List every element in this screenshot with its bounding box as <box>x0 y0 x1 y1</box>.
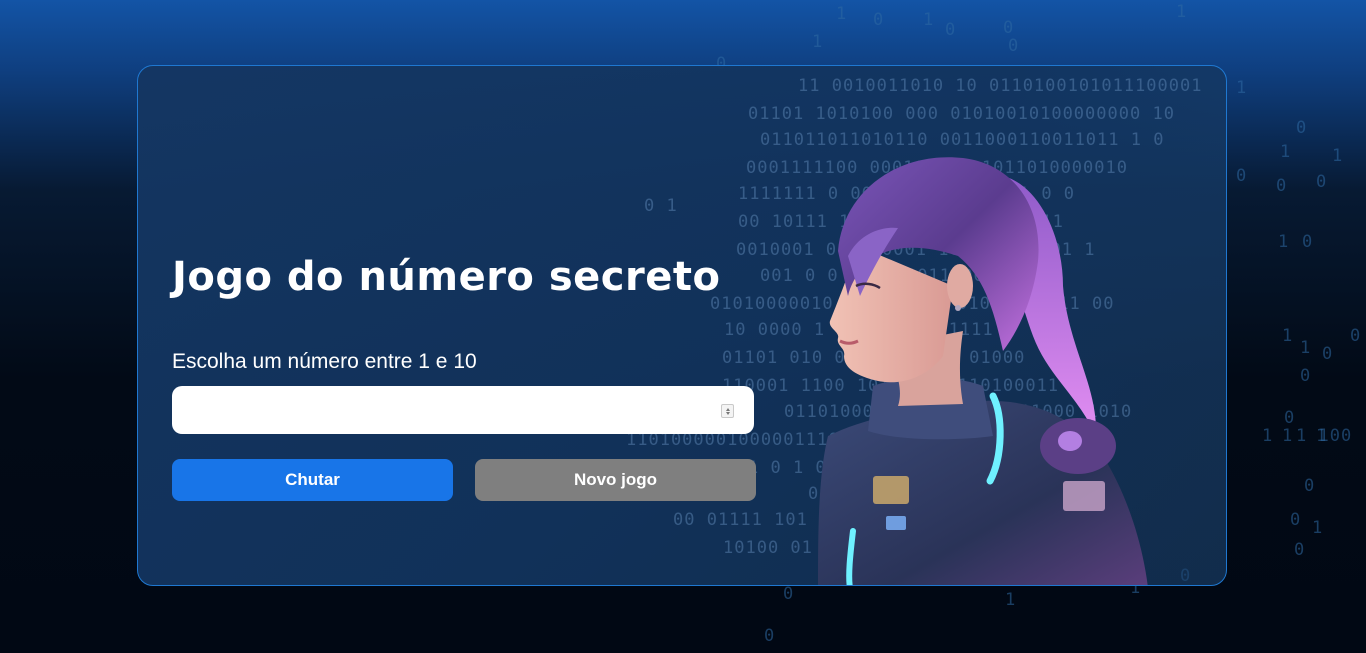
binary-digit: 1 <box>1316 426 1328 446</box>
binary-digit: 1 <box>836 4 848 24</box>
binary-digit: 0 <box>1296 118 1308 138</box>
number-input[interactable] <box>172 386 754 434</box>
binary-digit: 0 <box>1003 18 1015 38</box>
chevron-down-icon[interactable] <box>725 411 730 415</box>
binary-digit: 0 <box>1008 36 1020 56</box>
astronaut-illustration <box>818 157 1148 585</box>
binary-digit: 1 <box>1300 338 1312 358</box>
binary-digit: 0 <box>1284 408 1296 428</box>
binary-digit: 1 <box>1262 426 1274 446</box>
game-panel: 11 0010011010 10 0110100101011100001 011… <box>137 65 1227 586</box>
binary-digit: 1 <box>1005 590 1017 610</box>
binary-digit: 0 <box>1302 232 1314 252</box>
binary-digit: 1 <box>1280 142 1292 162</box>
guess-button[interactable]: Chutar <box>172 459 453 501</box>
binary-digit: 0 <box>1290 510 1302 530</box>
binary-line: 11 0010011010 10 0110100101011100001 <box>798 76 1203 96</box>
binary-digit: 1 <box>812 32 824 52</box>
binary-digit: 0 <box>1316 172 1328 192</box>
binary-digit: 1 100 <box>1296 426 1353 446</box>
binary-digit: 0 <box>1322 344 1334 364</box>
binary-digit: 1 <box>1176 2 1188 22</box>
binary-digit: 0 <box>783 584 795 604</box>
binary-digit: 0 <box>1350 326 1362 346</box>
binary-digit: 1 <box>1312 518 1324 538</box>
binary-digit: 0 <box>1276 176 1288 196</box>
binary-digit: 1 <box>1282 426 1294 446</box>
chevron-up-icon[interactable] <box>725 407 730 411</box>
new-game-button[interactable]: Novo jogo <box>475 459 756 501</box>
binary-digit: 0 <box>945 20 957 40</box>
binary-digit: 0 <box>764 626 776 646</box>
binary-digit: 0 <box>1304 476 1316 496</box>
binary-digit: 0 <box>1294 540 1306 560</box>
binary-digit: 1 <box>923 10 935 30</box>
instruction-text: Escolha um número entre 1 e 10 <box>172 350 477 373</box>
binary-digit: 0 <box>873 10 885 30</box>
binary-line: 01101 1010100 000 01010010100000000 10 <box>748 104 1175 124</box>
binary-digit: 0 <box>1300 366 1312 386</box>
binary-digit: 1 <box>1332 146 1344 166</box>
page-title: Jogo do número secreto <box>172 254 721 300</box>
binary-digit: 1 <box>1282 326 1294 346</box>
binary-line: 0 1 <box>644 196 678 216</box>
binary-digit: 1 <box>1278 232 1290 252</box>
binary-digit: 0 <box>1236 166 1248 186</box>
number-stepper[interactable] <box>721 404 734 418</box>
binary-digit: 1 <box>1236 78 1248 98</box>
